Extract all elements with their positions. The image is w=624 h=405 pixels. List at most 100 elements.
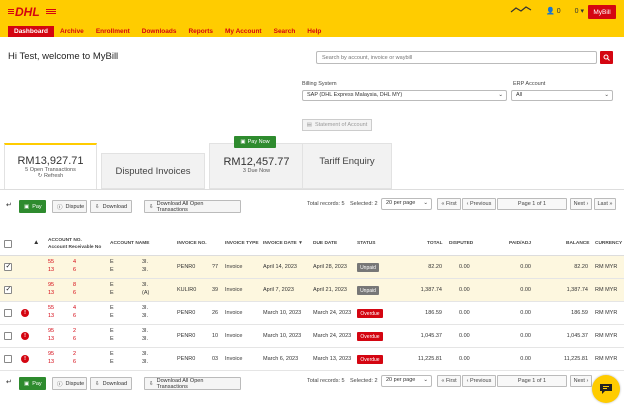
row-checkbox[interactable] — [4, 355, 12, 363]
document-icon: ▤ — [306, 122, 312, 128]
erp-account-select[interactable]: All ⌄ — [511, 90, 613, 101]
receivable-no: 13 — [48, 313, 55, 319]
next-page-button[interactable]: Next › — [570, 375, 592, 387]
account-name-4: 3I. — [142, 267, 149, 273]
table-row[interactable]: ! 55 4 13 6 E E 3I. 3I. PENR0 26 Invoice… — [0, 302, 624, 325]
invoice-date: April 7, 2023 — [263, 287, 294, 293]
due-amount: RM12,457.77 — [223, 156, 290, 168]
billing-system-value: SAP (DHL Express Malaysia, DHL MY) — [307, 92, 403, 98]
refresh-link[interactable]: ↻ Refresh — [5, 173, 96, 179]
cart-count: 0 — [574, 8, 579, 15]
col-balance[interactable]: BALANCE — [566, 241, 589, 246]
download-button[interactable]: ⇩ Download — [90, 377, 132, 390]
previous-page-button[interactable]: ‹ Previous — [462, 375, 496, 387]
card-due-now[interactable]: RM12,457.77 3 Due Now — [209, 143, 304, 189]
account-no[interactable]: 55 — [48, 305, 54, 311]
account-no[interactable]: 95 — [48, 328, 54, 334]
first-page-button[interactable]: « First — [437, 375, 461, 387]
invoice-no[interactable]: PENR0 — [177, 310, 195, 316]
invoice-no[interactable]: PENR0 — [177, 356, 195, 362]
col-disputed[interactable]: DISPUTED — [449, 241, 473, 246]
nav-downloads[interactable]: Downloads — [136, 26, 183, 37]
sort-icon[interactable]: ▼ — [298, 241, 303, 246]
nav-reports[interactable]: Reports — [182, 26, 219, 37]
download-all-button[interactable]: ⇩ Download All Open Transactions — [144, 377, 241, 390]
col-due-date[interactable]: DUE DATE — [313, 241, 337, 246]
invoice-no[interactable]: PENR0 — [177, 264, 195, 270]
divider — [0, 189, 624, 190]
col-account-no[interactable]: ACCOUNT NO. — [48, 238, 82, 243]
due-date: March 13, 2023 — [313, 356, 352, 362]
nav-search[interactable]: Search — [268, 26, 302, 37]
card-open-transactions[interactable]: RM13,927.71 5 Open Transactions ↻ Refres… — [4, 143, 97, 190]
account-no[interactable]: 55 — [48, 259, 54, 265]
previous-page-button[interactable]: ‹ Previous — [462, 198, 496, 210]
statement-of-account-button[interactable]: ▤ Statement of Account — [302, 119, 372, 131]
user-icon[interactable]: 👤 0 — [546, 7, 561, 15]
col-invoice-no[interactable]: INVOICE NO. — [177, 241, 207, 246]
invoice-no[interactable]: KULIR0 — [177, 287, 196, 293]
row-checkbox[interactable] — [4, 309, 12, 317]
mybill-button[interactable]: MyBill — [588, 5, 616, 19]
search-input[interactable] — [316, 51, 597, 64]
nav-archive[interactable]: Archive — [54, 26, 90, 37]
currency: RM MYR — [595, 333, 618, 339]
table-row[interactable]: ! 95 2 13 6 E E 3I. 3I. PENR0 03 Invoice… — [0, 348, 624, 371]
billing-system-select[interactable]: SAP (DHL Express Malaysia, DHL MY) ⌄ — [302, 90, 507, 101]
select-all-checkbox[interactable] — [4, 240, 12, 248]
card-disputed-invoices[interactable]: Disputed Invoices — [101, 153, 205, 189]
next-page-button[interactable]: Next › — [570, 198, 592, 210]
invoice-type: Invoice — [225, 356, 243, 362]
row-checkbox[interactable] — [4, 285, 12, 294]
dispute-icon: ⓘ — [57, 381, 63, 388]
per-page-select[interactable]: 20 per page ⌄ — [381, 198, 432, 210]
account-name: E — [110, 351, 114, 357]
dispute-button[interactable]: ⓘ Dispute — [52, 377, 87, 390]
table-row[interactable]: 55 4 13 6 E E 3I. 3I. PENR0 ?7 Invoice A… — [0, 256, 624, 279]
first-page-button[interactable]: « First — [437, 198, 461, 210]
search-button[interactable] — [600, 51, 613, 64]
due-date: March 24, 2023 — [313, 333, 352, 339]
col-account-receivable[interactable]: Account Receivable No — [48, 245, 101, 250]
dispute-button[interactable]: ⓘ Dispute — [52, 200, 87, 213]
page-indicator[interactable]: Page 1 of 1 — [497, 375, 567, 387]
pay-now-button[interactable]: ▣ Pay Now — [234, 136, 276, 148]
col-invoice-date[interactable]: INVOICE DATE ▼ — [263, 241, 303, 246]
chat-button[interactable] — [592, 375, 620, 403]
cart-icon[interactable]: 0 ▾ — [575, 7, 584, 15]
nav-my-account[interactable]: My Account — [219, 26, 268, 37]
account-no[interactable]: 95 — [48, 351, 54, 357]
dhl-logo[interactable]: DHL — [8, 6, 56, 17]
row-checkbox[interactable] — [4, 262, 12, 271]
row-checkbox[interactable] — [4, 332, 12, 340]
col-status[interactable]: STATUS — [357, 241, 375, 246]
nav-dashboard[interactable]: Dashboard — [8, 26, 54, 37]
col-invoice-type[interactable]: INVOICE TYPE — [225, 241, 259, 246]
download-icon: ⇩ — [149, 380, 154, 387]
page-indicator[interactable]: Page 1 of 1 — [497, 198, 567, 210]
account-name-3: 3I. — [142, 259, 149, 265]
col-total[interactable]: TOTAL — [427, 241, 443, 246]
download-all-button[interactable]: ⇩ Download All Open Transactions — [144, 200, 241, 213]
pay-button[interactable]: ▣ Pay — [19, 377, 46, 390]
invoice-date: April 14, 2023 — [263, 264, 297, 270]
hamburger-menu-icon[interactable] — [510, 6, 532, 16]
invoice-no[interactable]: PENR0 — [177, 333, 195, 339]
table-row[interactable]: ! 95 2 13 6 E E 3I. 3I. PENR0 10 Invoice… — [0, 325, 624, 348]
last-page-button[interactable]: Last » — [594, 198, 616, 210]
card-tariff-enquiry[interactable]: Tariff Enquiry — [302, 143, 392, 189]
col-account-name[interactable]: ACCOUNT NAME — [110, 241, 149, 246]
col-currency[interactable]: CURRENCY — [595, 241, 622, 246]
download-button[interactable]: ⇩ Download — [90, 200, 132, 213]
account-no[interactable]: 95 — [48, 282, 54, 288]
download-icon: ⇩ — [95, 203, 100, 210]
total: 82.20 — [428, 264, 442, 270]
table-row[interactable]: 95 8 13 6 E E 3I. (A) KULIR0 39 Invoice … — [0, 279, 624, 302]
nav-help[interactable]: Help — [301, 26, 327, 37]
per-page-select[interactable]: 20 per page ⌄ — [381, 375, 432, 387]
col-paid-adj[interactable]: PAID/ADJ — [509, 241, 531, 246]
pay-button[interactable]: ▣ Pay — [19, 200, 46, 213]
nav-enrollment[interactable]: Enrollment — [90, 26, 136, 37]
invoice-no-suffix: 26 — [212, 310, 219, 316]
account-name-4: 3I. — [142, 313, 149, 319]
